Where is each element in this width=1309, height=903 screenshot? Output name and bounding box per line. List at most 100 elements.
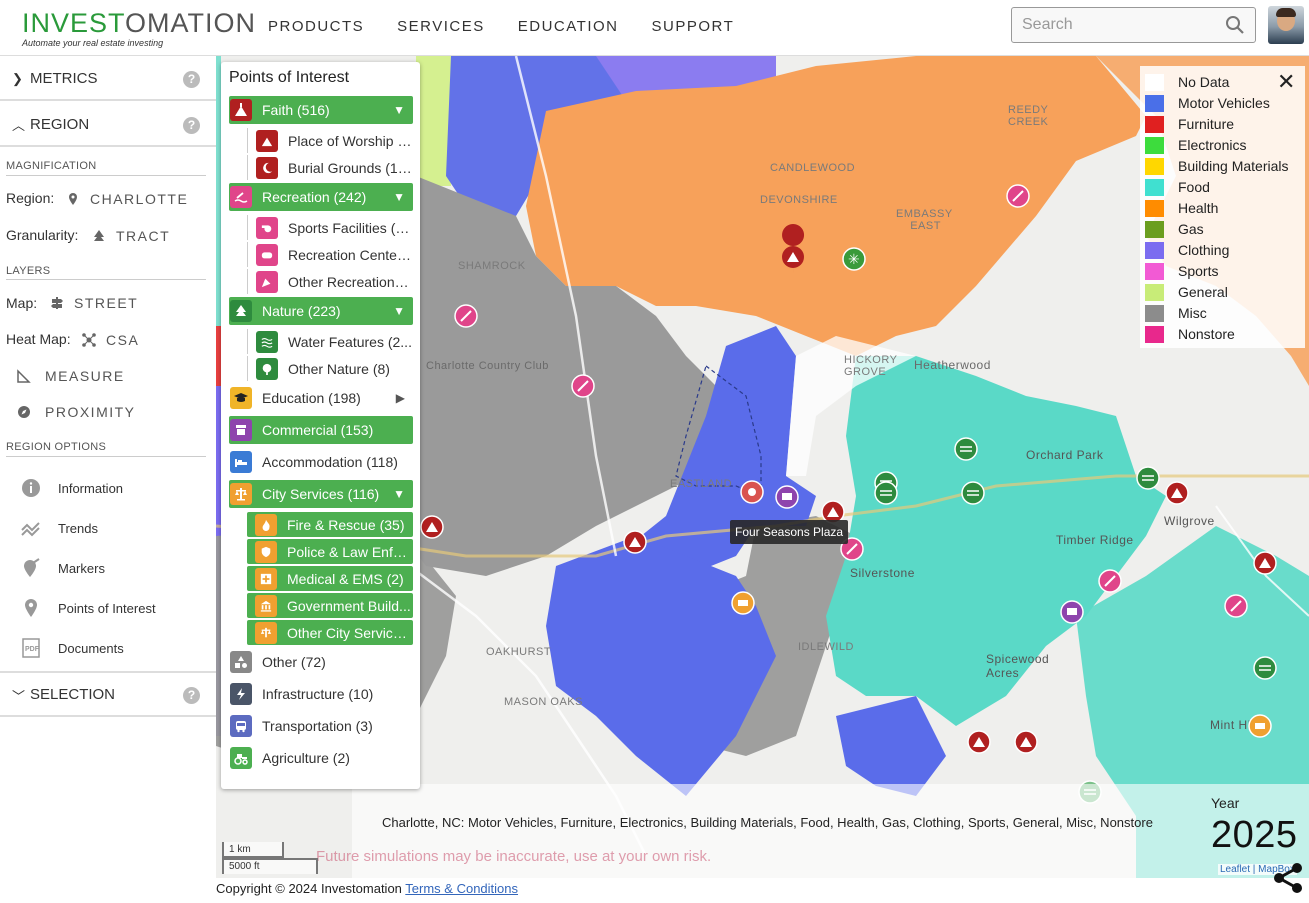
poi-medical[interactable]: Medical & EMS (2) bbox=[247, 566, 413, 591]
poi-nature[interactable]: Nature (223) ▼ bbox=[229, 297, 413, 325]
faith-marker[interactable] bbox=[1165, 481, 1189, 505]
sports-marker[interactable] bbox=[1098, 569, 1122, 593]
caret-down-icon[interactable]: ▼ bbox=[393, 487, 405, 501]
legend-label: Furniture bbox=[1178, 116, 1235, 132]
nav-education[interactable]: EDUCATION bbox=[518, 18, 619, 35]
metrics-section-header[interactable]: ❯ METRICS ? bbox=[0, 57, 216, 101]
poi-transportation[interactable]: Transportation (3) bbox=[229, 712, 413, 740]
sports-marker[interactable] bbox=[454, 304, 478, 328]
faith-marker[interactable] bbox=[1014, 730, 1038, 754]
poi-recreation-center[interactable]: Recreation Center... bbox=[247, 242, 413, 267]
option-markers[interactable]: Markers bbox=[20, 558, 105, 578]
poi-city-services[interactable]: City Services (116) ▼ bbox=[229, 480, 413, 508]
poi-other-recreation[interactable]: Other Recreation (... bbox=[247, 269, 413, 294]
legend-swatch bbox=[1145, 94, 1164, 112]
water-marker[interactable] bbox=[874, 481, 898, 505]
city-services-marker[interactable] bbox=[731, 591, 755, 615]
option-documents[interactable]: PDF Documents bbox=[20, 638, 124, 658]
caret-down-icon[interactable]: ▼ bbox=[393, 190, 405, 204]
fire-rescue-marker[interactable] bbox=[740, 480, 764, 504]
help-icon[interactable]: ? bbox=[183, 687, 200, 704]
year-label: Year bbox=[1211, 795, 1240, 811]
search-input[interactable] bbox=[1022, 16, 1212, 34]
water-marker[interactable] bbox=[961, 481, 985, 505]
granularity-selector[interactable]: TRACT bbox=[92, 228, 170, 244]
poi-other-city-services[interactable]: Other City Service... bbox=[247, 620, 413, 645]
gamepad-icon bbox=[256, 243, 278, 266]
poi-education[interactable]: Education (198) ▶ bbox=[229, 384, 413, 412]
ruler-icon bbox=[17, 369, 31, 383]
government-building-icon bbox=[255, 594, 277, 617]
sports-marker[interactable] bbox=[1224, 594, 1248, 618]
faith-marker[interactable] bbox=[782, 224, 805, 274]
poi-accommodation[interactable]: Accommodation (118) bbox=[229, 448, 413, 476]
help-icon[interactable]: ? bbox=[183, 71, 200, 88]
water-marker[interactable] bbox=[954, 437, 978, 461]
option-trends[interactable]: Trends bbox=[20, 518, 98, 538]
poi-commercial[interactable]: Commercial (153) bbox=[229, 416, 413, 444]
poi-fire-rescue[interactable]: Fire & Rescue (35) bbox=[247, 512, 413, 537]
water-marker[interactable] bbox=[1136, 466, 1160, 490]
option-information[interactable]: Information bbox=[20, 478, 123, 498]
legend-label: No Data bbox=[1178, 74, 1230, 90]
chevron-down-icon: ❯ bbox=[12, 71, 23, 86]
map-layer-selector[interactable]: STREET bbox=[50, 295, 138, 311]
caret-right-icon[interactable]: ▶ bbox=[396, 391, 405, 405]
poi-medical-label: Medical & EMS (2) bbox=[287, 570, 404, 587]
nav-products[interactable]: PRODUCTS bbox=[268, 18, 364, 35]
poi-burial-grounds[interactable]: Burial Grounds (10... bbox=[247, 155, 413, 180]
heatmap-label: Heat Map: bbox=[6, 331, 71, 347]
poi-infrastructure[interactable]: Infrastructure (10) bbox=[229, 680, 413, 708]
poi-other-nature[interactable]: Other Nature (8) bbox=[247, 356, 413, 381]
faith-marker[interactable] bbox=[1253, 551, 1277, 575]
faith-marker[interactable] bbox=[420, 515, 444, 539]
poi-water-features[interactable]: Water Features (2... bbox=[247, 329, 413, 354]
nav-support[interactable]: SUPPORT bbox=[652, 18, 735, 35]
help-icon[interactable]: ? bbox=[183, 117, 200, 134]
poi-recreation[interactable]: Recreation (242) ▼ bbox=[229, 183, 413, 211]
brand-name-part2: OMATION bbox=[125, 8, 257, 38]
legend-swatch bbox=[1145, 304, 1164, 322]
user-avatar[interactable] bbox=[1268, 6, 1304, 44]
brand-logo[interactable]: INVESTOMATION Automate your real estate … bbox=[22, 8, 256, 48]
sports-marker[interactable] bbox=[1006, 184, 1030, 208]
poi-agriculture[interactable]: Agriculture (2) bbox=[229, 744, 413, 772]
share-icon[interactable] bbox=[1271, 860, 1307, 901]
terms-link[interactable]: Terms & Conditions bbox=[405, 881, 518, 896]
proximity-tool[interactable]: PROXIMITY bbox=[17, 404, 136, 420]
region-section-header[interactable]: ︿ REGION ? bbox=[0, 103, 216, 147]
sports-marker[interactable] bbox=[571, 374, 595, 398]
city-services-marker[interactable] bbox=[1248, 714, 1272, 738]
poi-police[interactable]: Police & Law Enfo... bbox=[247, 539, 413, 564]
poi-sports-facilities[interactable]: Sports Facilities (21) bbox=[247, 215, 413, 240]
close-icon[interactable]: ✕ bbox=[1277, 71, 1295, 93]
legend-label: Motor Vehicles bbox=[1178, 95, 1270, 111]
poi-faith[interactable]: Faith (516) ▼ bbox=[229, 96, 413, 124]
poi-government[interactable]: Government Build... bbox=[247, 593, 413, 618]
caret-down-icon[interactable]: ▼ bbox=[393, 103, 405, 117]
legend-label: Nonstore bbox=[1178, 326, 1235, 342]
poi-nature-label: Nature (223) bbox=[262, 303, 341, 319]
water-marker[interactable] bbox=[1253, 656, 1277, 680]
year-value[interactable]: 2025 bbox=[1211, 814, 1298, 857]
legend-swatch bbox=[1145, 241, 1164, 259]
selection-section-header[interactable]: ﹀ SELECTION ? bbox=[0, 671, 216, 717]
region-selector[interactable]: CHARLOTTE bbox=[66, 191, 188, 207]
faith-marker[interactable] bbox=[623, 530, 647, 554]
gas-marker[interactable]: ✳ bbox=[842, 247, 866, 271]
top-header: INVESTOMATION Automate your real estate … bbox=[0, 0, 1309, 56]
commercial-marker[interactable] bbox=[1060, 600, 1084, 624]
heatmap-selector[interactable]: CSA bbox=[82, 332, 139, 348]
option-points-of-interest[interactable]: Points of Interest bbox=[20, 598, 156, 618]
measure-tool[interactable]: MEASURE bbox=[17, 368, 125, 384]
poi-other[interactable]: Other (72) bbox=[229, 648, 413, 676]
faith-marker[interactable] bbox=[967, 730, 991, 754]
info-icon bbox=[20, 478, 42, 498]
poi-place-of-worship[interactable]: Place of Worship (... bbox=[247, 128, 413, 153]
search-icon[interactable] bbox=[1225, 15, 1245, 40]
tree-round-icon bbox=[256, 357, 278, 380]
caret-down-icon[interactable]: ▼ bbox=[393, 304, 405, 318]
region-options-label: REGION OPTIONS bbox=[6, 441, 107, 453]
nav-services[interactable]: SERVICES bbox=[397, 18, 485, 35]
commercial-marker[interactable] bbox=[775, 485, 799, 509]
